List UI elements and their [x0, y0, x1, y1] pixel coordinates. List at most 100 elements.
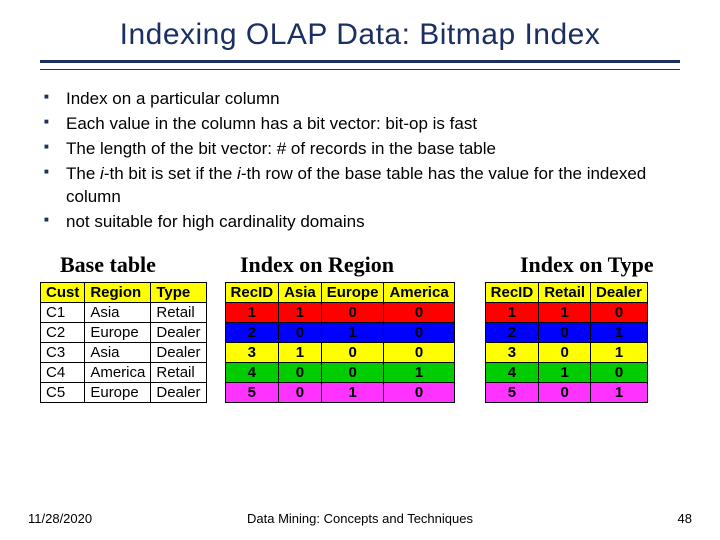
- cell: 4: [225, 362, 279, 382]
- cell: 1: [384, 362, 454, 382]
- cell: Retail: [151, 302, 206, 322]
- col-header: Retail: [539, 282, 591, 302]
- cell: 2: [485, 322, 539, 342]
- cell: 1: [321, 382, 384, 402]
- cell: 0: [321, 342, 384, 362]
- cell: 0: [279, 362, 322, 382]
- cell: 1: [591, 322, 648, 342]
- cell: Retail: [151, 362, 206, 382]
- col-header: RecID: [485, 282, 539, 302]
- slide-title: Indexing OLAP Data: Bitmap Index: [40, 18, 680, 52]
- bullet-item: Each value in the column has a bit vecto…: [66, 113, 680, 136]
- cell: 0: [539, 342, 591, 362]
- cell: 5: [485, 382, 539, 402]
- table-row: 201: [485, 322, 647, 342]
- cell: Asia: [85, 342, 151, 362]
- col-header: Region: [85, 282, 151, 302]
- title-rule-thin: [40, 69, 680, 70]
- type-index-table: RecID Retail Dealer 110 201 301 410 501: [485, 282, 648, 403]
- table-row: C1AsiaRetail: [41, 302, 207, 322]
- cell: Europe: [85, 382, 151, 402]
- cell: 0: [321, 302, 384, 322]
- base-table: Cust Region Type C1AsiaRetail C2EuropeDe…: [40, 282, 207, 403]
- cell: 0: [279, 322, 322, 342]
- table-row: 301: [485, 342, 647, 362]
- cell: C5: [41, 382, 85, 402]
- cell: 2: [225, 322, 279, 342]
- tables-row: Cust Region Type C1AsiaRetail C2EuropeDe…: [40, 282, 680, 403]
- cell: 1: [591, 382, 648, 402]
- col-header: Dealer: [591, 282, 648, 302]
- table-row: C5EuropeDealer: [41, 382, 207, 402]
- cell: C3: [41, 342, 85, 362]
- col-header: RecID: [225, 282, 279, 302]
- cell: 4: [485, 362, 539, 382]
- cell: 0: [384, 342, 454, 362]
- cell: Dealer: [151, 382, 206, 402]
- cell: 3: [225, 342, 279, 362]
- cell: 0: [384, 382, 454, 402]
- col-header: Cust: [41, 282, 85, 302]
- cell: 1: [279, 302, 322, 322]
- col-header: Asia: [279, 282, 322, 302]
- table-labels-row: Base table Index on Region Index on Type: [40, 252, 680, 278]
- cell: Asia: [85, 302, 151, 322]
- table-header-row: RecID Retail Dealer: [485, 282, 647, 302]
- table-row: C4AmericaRetail: [41, 362, 207, 382]
- table-row: C3AsiaDealer: [41, 342, 207, 362]
- cell: Dealer: [151, 342, 206, 362]
- region-index-label: Index on Region: [230, 252, 520, 278]
- table-row: 4001: [225, 362, 454, 382]
- cell: America: [85, 362, 151, 382]
- text: -th bit is set if the: [104, 164, 237, 183]
- table-row: 1100: [225, 302, 454, 322]
- table-row: 110: [485, 302, 647, 322]
- col-header: America: [384, 282, 454, 302]
- table-row: 3100: [225, 342, 454, 362]
- cell: Europe: [85, 322, 151, 342]
- cell: 1: [591, 342, 648, 362]
- title-rule-thick: [40, 60, 680, 63]
- cell: 3: [485, 342, 539, 362]
- cell: 1: [539, 302, 591, 322]
- table-row: C2EuropeDealer: [41, 322, 207, 342]
- table-row: 5010: [225, 382, 454, 402]
- cell: 0: [539, 322, 591, 342]
- cell: C1: [41, 302, 85, 322]
- footer-title: Data Mining: Concepts and Techniques: [0, 511, 720, 526]
- slide-footer: 11/28/2020 Data Mining: Concepts and Tec…: [0, 511, 720, 526]
- bullet-item: The length of the bit vector: # of recor…: [66, 138, 680, 161]
- base-table-label: Base table: [40, 252, 230, 278]
- cell: 0: [591, 302, 648, 322]
- cell: 5: [225, 382, 279, 402]
- table-header-row: RecID Asia Europe America: [225, 282, 454, 302]
- cell: 0: [384, 322, 454, 342]
- cell: 1: [539, 362, 591, 382]
- table-header-row: Cust Region Type: [41, 282, 207, 302]
- bullet-item: not suitable for high cardinality domain…: [66, 211, 680, 234]
- cell: 1: [279, 342, 322, 362]
- cell: 0: [539, 382, 591, 402]
- cell: Dealer: [151, 322, 206, 342]
- cell: 0: [321, 362, 384, 382]
- col-header: Europe: [321, 282, 384, 302]
- bullet-item: Index on a particular column: [66, 88, 680, 111]
- type-index-label: Index on Type: [520, 252, 680, 278]
- bullet-list: Index on a particular column Each value …: [40, 88, 680, 234]
- cell: C4: [41, 362, 85, 382]
- cell: 0: [279, 382, 322, 402]
- cell: 1: [321, 322, 384, 342]
- text: The: [66, 164, 100, 183]
- bullet-item: The i-th bit is set if the i-th row of t…: [66, 163, 680, 209]
- table-row: 410: [485, 362, 647, 382]
- cell: C2: [41, 322, 85, 342]
- cell: 0: [591, 362, 648, 382]
- table-row: 501: [485, 382, 647, 402]
- slide: Indexing OLAP Data: Bitmap Index Index o…: [0, 0, 720, 540]
- region-index-table: RecID Asia Europe America 1100 2010 3100…: [225, 282, 455, 403]
- cell: 0: [384, 302, 454, 322]
- cell: 1: [225, 302, 279, 322]
- cell: 1: [485, 302, 539, 322]
- col-header: Type: [151, 282, 206, 302]
- table-row: 2010: [225, 322, 454, 342]
